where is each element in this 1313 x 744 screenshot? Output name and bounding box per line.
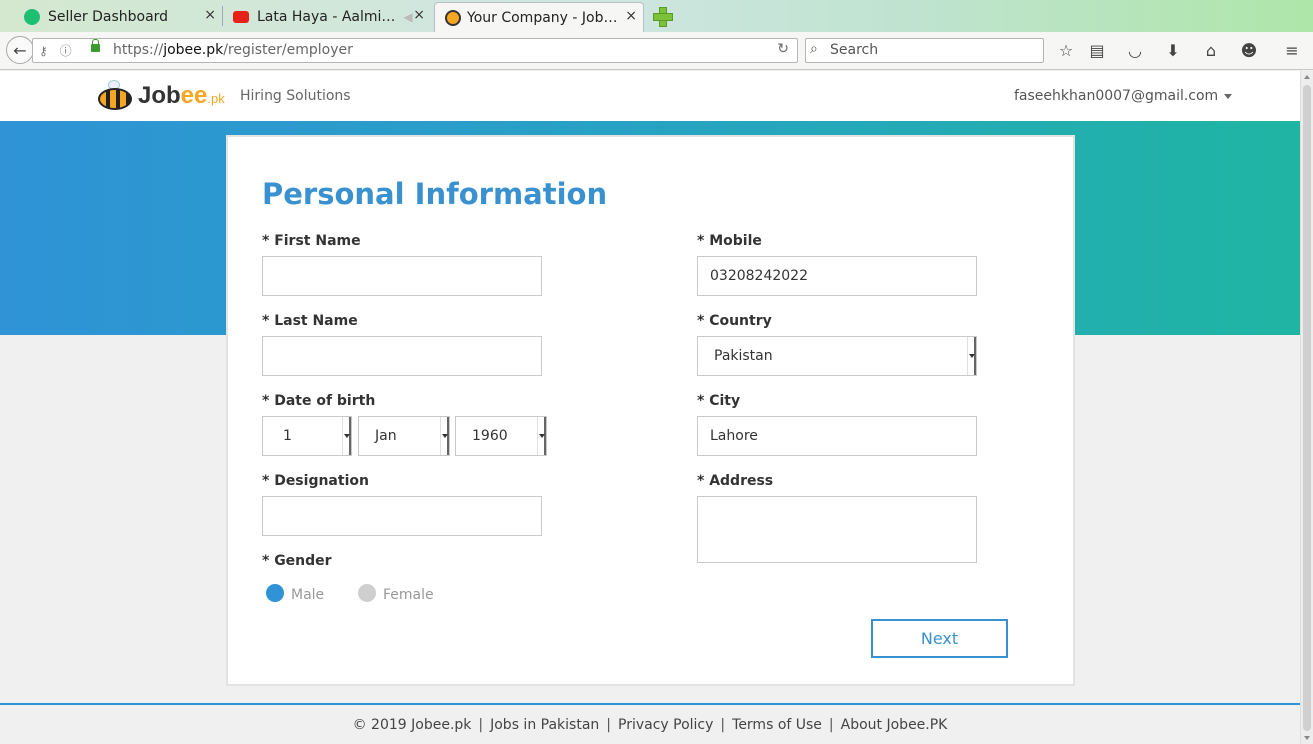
browser-tab-bar: Seller Dashboard × Lata Haya - Aalmi… ◀ … [0,0,1313,32]
home-icon[interactable]: ⌂ [1200,40,1222,62]
mobile-label: * Mobile [697,233,762,249]
close-tab-icon[interactable]: × [413,7,425,23]
footer-link-terms-of-use[interactable]: Terms of Use [732,717,822,733]
search-input[interactable]: ⌕ Search [805,38,1044,63]
gender-female-label[interactable]: Female [383,587,434,603]
smiley-feedback-icon[interactable]: ☻ [1238,40,1260,62]
copyright-text: © 2019 Jobee.pk [352,717,472,733]
back-arrow-icon[interactable]: ← [6,36,34,64]
tab-label: Your Company - Job… [467,9,618,26]
jobee-logo[interactable]: Jobee.pk [96,76,225,116]
dob-month-value: Jan [375,428,397,444]
close-tab-icon[interactable]: × [625,8,637,24]
country-value: Pakistan [714,348,773,364]
new-tab-plus-icon[interactable] [652,6,673,27]
footer-separator: | [478,717,484,733]
country-label: * Country [697,313,772,329]
gender-label: * Gender [262,553,332,569]
footer-separator: | [828,717,834,733]
country-select[interactable]: Pakistan [697,336,977,376]
site-header: Jobee.pk Hiring Solutions faseehkhan0007… [0,71,1300,121]
bookmark-star-icon[interactable]: ☆ [1055,40,1077,62]
footer-separator: | [606,717,611,733]
footer-link-about[interactable]: About Jobee.PK [841,717,948,733]
dob-day-value: 1 [283,428,292,444]
scrollbar-thumb[interactable] [1303,85,1311,731]
address-label: * Address [697,473,774,489]
registration-card [226,135,1075,686]
site-footer: © 2019 Jobee.pk | Jobs in Pakistan | Privacy… [0,703,1300,744]
user-email: faseehkhan0007@gmail.com [1014,88,1219,104]
jobee-favicon-icon [445,10,461,26]
designation-field[interactable] [262,496,542,536]
browser-navigation-bar: ← ⚷ ⓘ https://jobee.pk/register/employer… [0,32,1313,70]
last-name-field[interactable] [262,336,542,376]
site-info-icon[interactable]: ⚷ ⓘ [39,42,76,59]
tab-seller-dashboard[interactable]: Seller Dashboard × [24,2,216,32]
fiverr-favicon-icon [24,9,40,25]
date-of-birth-label: * Date of birth [262,393,376,409]
last-name-label: * Last Name [262,313,358,329]
dropdown-arrow-icon [342,417,351,455]
tab-label: Seller Dashboard [48,9,169,25]
next-button[interactable]: Next [871,619,1008,658]
address-textarea[interactable] [697,496,977,563]
gender-male-radio[interactable] [266,584,284,602]
scroll-up-icon[interactable] [1304,75,1310,79]
footer-separator: | [720,717,726,733]
dropdown-arrow-icon [537,417,546,455]
search-icon: ⌕ [810,41,818,57]
tab-your-company[interactable]: Your Company - Job… × [434,2,644,32]
dropdown-arrow-icon [967,337,976,375]
mobile-field[interactable]: 03208242022 [697,256,977,296]
hiring-solutions-link[interactable]: Hiring Solutions [240,88,351,104]
first-name-label: * First Name [262,233,361,249]
search-placeholder: Search [830,42,879,58]
dob-year-select[interactable]: 1960 [455,416,547,456]
page-scrollbar[interactable] [1300,71,1313,744]
footer-link-jobs-in-pakistan[interactable]: Jobs in Pakistan [490,717,599,733]
scroll-down-icon[interactable] [1304,736,1310,740]
dropdown-arrow-icon [440,417,449,455]
download-arrow-icon[interactable]: ⬇ [1162,40,1184,62]
youtube-favicon-icon [233,11,249,23]
hamburger-menu-icon[interactable]: ≡ [1281,40,1303,62]
tab-label: Lata Haya - Aalmi… [257,9,396,25]
tab-divider [222,6,223,26]
speaker-muted-icon[interactable]: ◀ [403,10,412,24]
bee-logo-icon [96,80,134,110]
reading-list-icon[interactable]: ▤ [1086,40,1108,62]
dob-year-value: 1960 [472,428,508,444]
dob-month-select[interactable]: Jan [358,416,450,456]
gender-female-radio[interactable] [358,584,376,602]
logo-text: Jobee.pk [138,82,225,109]
first-name-field[interactable] [262,256,542,296]
dob-day-select[interactable]: 1 [262,416,352,456]
reload-icon[interactable]: ↻ [777,41,789,57]
city-field[interactable]: Lahore [697,416,977,456]
footer-link-privacy-policy[interactable]: Privacy Policy [618,717,713,733]
close-tab-icon[interactable]: × [204,7,216,23]
city-label: * City [697,393,741,409]
gender-male-label[interactable]: Male [291,587,324,603]
pocket-icon[interactable]: ◡ [1124,40,1146,62]
user-account-menu[interactable]: faseehkhan0007@gmail.com [1014,88,1233,104]
url-text: https://jobee.pk/register/employer [113,42,353,58]
address-bar[interactable]: ⚷ ⓘ https://jobee.pk/register/employer ↻ [32,38,798,63]
lock-icon [91,39,100,52]
designation-label: * Designation [262,473,369,489]
page-title: Personal Information [262,177,608,211]
tab-lata-haya[interactable]: Lata Haya - Aalmi… ◀ × [233,2,425,32]
caret-down-icon [1224,93,1233,99]
